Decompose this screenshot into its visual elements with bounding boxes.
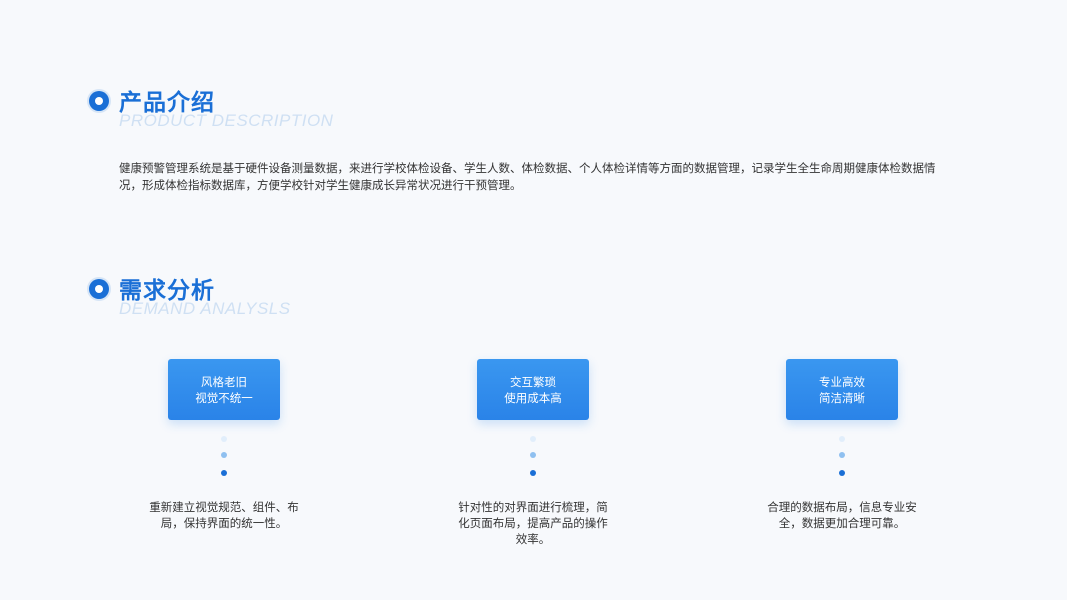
- demand-card-line2: 视觉不统一: [195, 390, 253, 405]
- demand-card-line1: 风格老旧: [201, 374, 247, 389]
- section-subtitle-product: PRODUCT DESCRIPTION: [119, 111, 334, 130]
- connector-dot-icon: [530, 470, 536, 476]
- connector-dot-icon: [221, 452, 227, 458]
- demand-card-2: 交互繁琐 使用成本高: [477, 359, 589, 420]
- demand-note-2: 针对性的对界面进行梳理，简化页面布局，提高产品的操作效率。: [458, 500, 608, 546]
- demand-card-line2: 简洁清晰: [819, 390, 865, 405]
- connector-dot-icon: [839, 436, 845, 442]
- connector-dot-icon: [530, 436, 536, 442]
- product-description: 健康预警管理系统是基于硬件设备测量数据，来进行学校体检设备、学生人数、体检数据、…: [119, 161, 936, 192]
- section-subtitle-demand: DEMAND ANALYSLS: [119, 299, 291, 318]
- connector-dot-icon: [221, 470, 227, 476]
- demand-card-3: 专业高效 简洁清晰: [786, 359, 898, 420]
- circle-bullet-icon: [89, 279, 109, 299]
- connector-dot-icon: [839, 470, 845, 476]
- connector-dot-icon: [221, 436, 227, 442]
- demand-card-1: 风格老旧 视觉不统一: [168, 359, 280, 420]
- connector-dot-icon: [530, 452, 536, 458]
- demand-card-line1: 专业高效: [819, 374, 865, 389]
- demand-note-3: 合理的数据布局，信息专业安全，数据更加合理可靠。: [767, 500, 917, 530]
- demand-note-1: 重新建立视觉规范、组件、布局，保持界面的统一性。: [149, 500, 299, 530]
- demand-card-line1: 交互繁琐: [510, 374, 556, 389]
- circle-bullet-icon: [89, 91, 109, 111]
- connector-dot-icon: [839, 452, 845, 458]
- demand-card-line2: 使用成本高: [504, 390, 562, 405]
